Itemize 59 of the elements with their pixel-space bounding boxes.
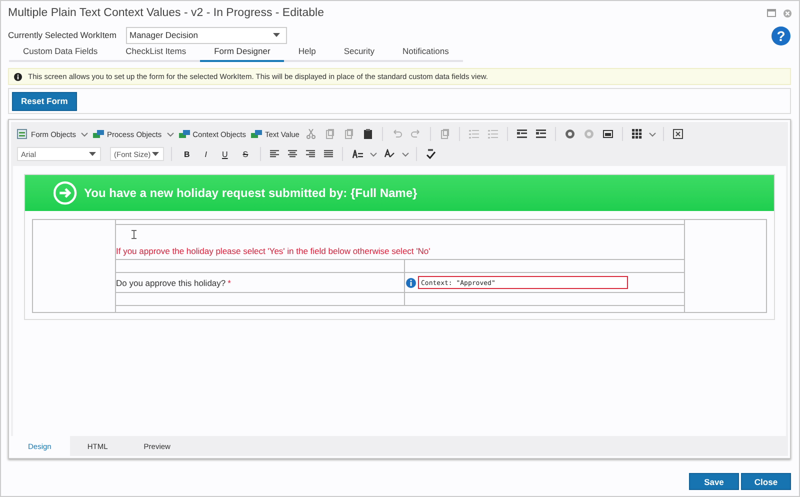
copy-icon[interactable] xyxy=(325,129,336,139)
outdent-icon[interactable] xyxy=(517,129,528,139)
question-label: Do you approve this holiday? xyxy=(116,278,226,288)
reset-form-button[interactable]: Reset Form xyxy=(12,92,77,110)
paste-icon[interactable] xyxy=(344,129,354,139)
paragraph-style-icon[interactable] xyxy=(352,149,364,159)
format-button[interactable]: U xyxy=(219,150,231,158)
chevron-icon[interactable] xyxy=(81,132,88,136)
align-left-icon[interactable] xyxy=(270,150,280,158)
cut-icon[interactable] xyxy=(306,129,316,139)
caret-icon xyxy=(152,152,159,156)
banner-title: You have a new holiday request submitted by: {Full Name} xyxy=(84,186,418,200)
close-icon[interactable] xyxy=(783,8,792,18)
workitem-label: Currently Selected WorkItem xyxy=(8,30,116,40)
chevron-icon[interactable] xyxy=(370,152,378,156)
object-icon xyxy=(250,129,262,139)
tab[interactable]: Form Designer xyxy=(200,45,284,62)
format-painter-icon[interactable] xyxy=(440,129,450,139)
link-icon[interactable] xyxy=(565,129,576,139)
caret-icon xyxy=(272,33,280,37)
chevron-icon[interactable] xyxy=(649,132,656,136)
chevron-icon[interactable] xyxy=(402,152,410,156)
object-icon xyxy=(93,129,104,139)
tab[interactable]: CheckList Items xyxy=(112,45,200,62)
window-title: Multiple Plain Text Context Values - v2 - In Progress - Editable xyxy=(8,7,324,19)
format-button[interactable]: B xyxy=(181,150,193,158)
text-color-icon[interactable] xyxy=(384,149,396,159)
image-icon[interactable] xyxy=(603,129,614,139)
required-mark: * xyxy=(228,278,231,288)
paste-special-icon[interactable] xyxy=(363,129,374,139)
tab[interactable]: Custom Data Fields xyxy=(9,45,112,62)
footer-button[interactable]: Save xyxy=(689,473,739,490)
info-icon xyxy=(14,72,22,80)
chevron-icon[interactable] xyxy=(166,132,174,136)
form-icon xyxy=(17,129,28,139)
spellcheck-icon[interactable] xyxy=(426,148,436,160)
align-right-icon[interactable] xyxy=(306,150,316,158)
text-cursor-icon xyxy=(131,230,137,239)
maximize-icon[interactable] xyxy=(767,9,776,17)
indent-icon[interactable] xyxy=(536,129,546,139)
tab[interactable]: Notifications xyxy=(388,45,463,62)
instruction-text: If you approve the holiday please select 'Yes' in the field below otherwise select 'No' xyxy=(116,246,430,256)
info-icon xyxy=(406,278,416,288)
arrow-circle-icon xyxy=(53,181,77,205)
justify-icon[interactable] xyxy=(324,150,334,158)
tab[interactable]: Help xyxy=(284,45,330,62)
tab[interactable]: Security xyxy=(330,45,389,62)
format-button[interactable]: S xyxy=(240,150,252,158)
redo-icon[interactable] xyxy=(411,129,422,139)
undo-icon[interactable] xyxy=(392,129,402,139)
footer-button[interactable]: Close xyxy=(741,473,791,490)
fullscreen-icon[interactable] xyxy=(673,129,684,139)
workitem-dropdown[interactable]: Manager Decision xyxy=(126,26,286,44)
table-icon[interactable] xyxy=(632,129,642,139)
align-center-icon[interactable] xyxy=(288,150,298,158)
caret-icon xyxy=(89,152,96,156)
format-button[interactable]: I xyxy=(202,150,210,158)
object-icon xyxy=(178,129,190,139)
help-icon[interactable]: ? xyxy=(771,26,791,46)
